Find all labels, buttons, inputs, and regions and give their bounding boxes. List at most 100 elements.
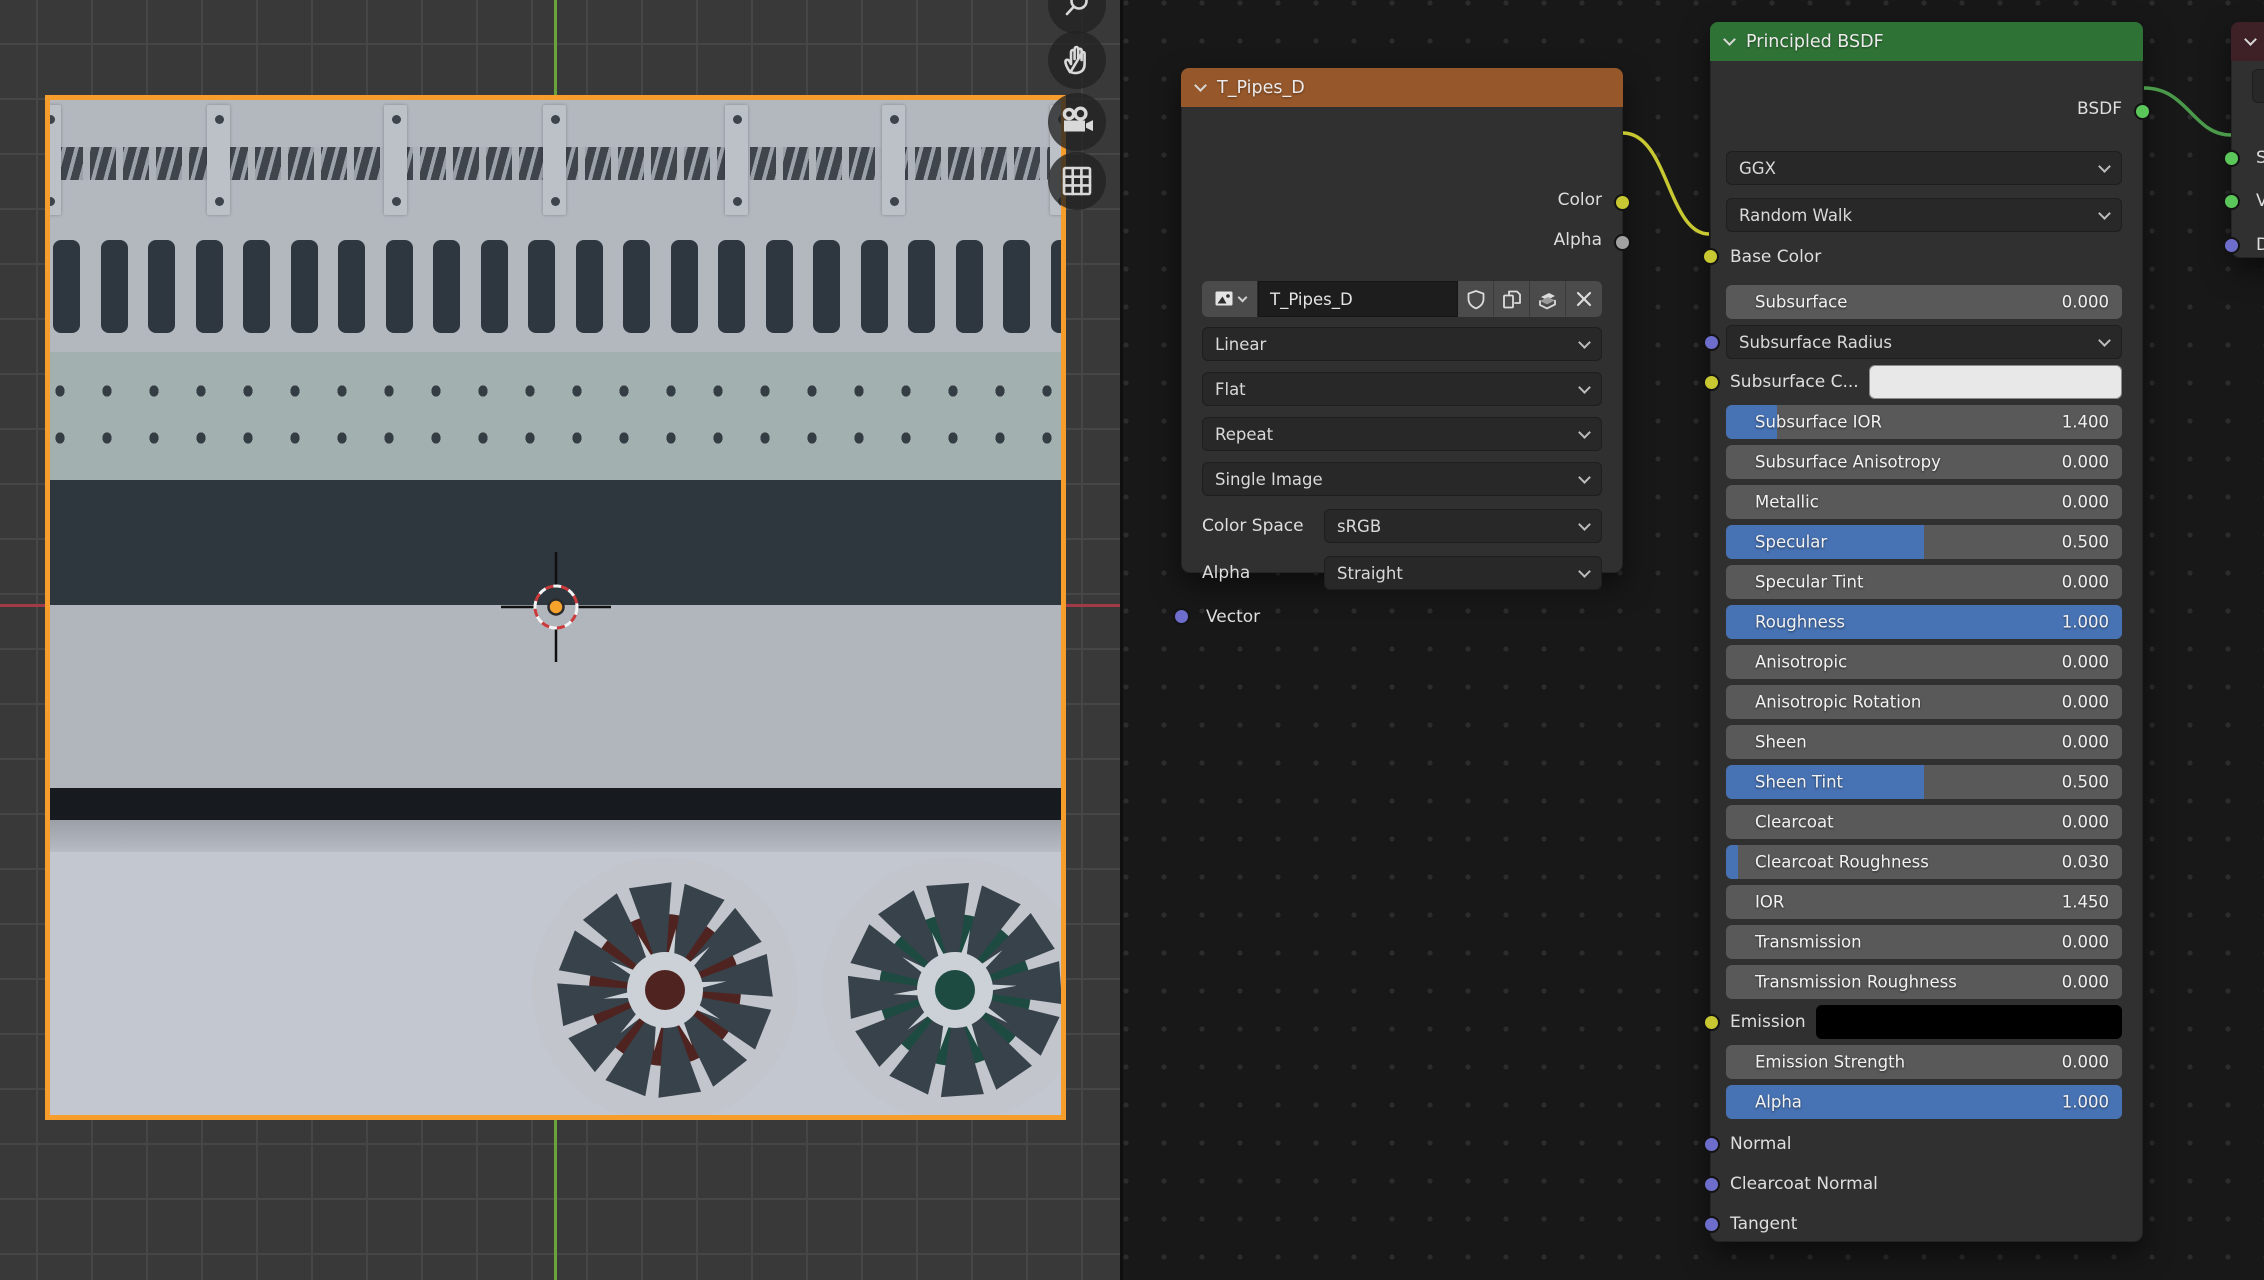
vent-slot — [813, 240, 840, 333]
gear-green — [821, 856, 1066, 1120]
bracket-plate — [882, 105, 905, 215]
material-output-header[interactable] — [2231, 22, 2264, 61]
tangent-input-socket[interactable] — [1703, 1216, 1720, 1233]
param-slider-subsurface-anisotropy[interactable]: Subsurface Anisotropy0.000 — [1726, 445, 2122, 479]
param-slider-alpha[interactable]: Alpha1.000 — [1726, 1085, 2122, 1119]
param-slider-sheen-tint[interactable]: Sheen Tint0.500 — [1726, 765, 2122, 799]
bsdf-output-socket[interactable] — [2134, 103, 2151, 120]
vector-input-socket[interactable] — [1173, 608, 1190, 625]
param-slider-ior[interactable]: IOR1.450 — [1726, 885, 2122, 919]
material-output-node[interactable]: S V D — [2231, 22, 2264, 258]
param-slider-subsurface-ior[interactable]: Subsurface IOR1.400 — [1726, 405, 2122, 439]
normal-input-socket[interactable] — [1703, 1136, 1720, 1153]
alpha-output-socket[interactable] — [1614, 234, 1631, 251]
param-slider-metallic[interactable]: Metallic0.000 — [1726, 485, 2122, 519]
principled-bsdf-node[interactable]: Principled BSDF BSDF GGX Random Walk Base… — [1710, 22, 2143, 1242]
color-space-select[interactable]: sRGB — [1324, 509, 1602, 543]
surface-input-socket[interactable] — [2223, 150, 2240, 167]
emission-input-socket[interactable] — [1703, 1014, 1720, 1031]
zoom-gizmo[interactable] — [1048, 0, 1106, 34]
bracket-plate — [207, 105, 230, 215]
select-label: Color Space — [1202, 516, 1324, 536]
ortho-toggle-gizmo[interactable] — [1048, 152, 1106, 210]
select-value: Straight — [1337, 564, 1403, 583]
duplicate-image-button[interactable] — [1494, 281, 1530, 317]
param-slider-roughness[interactable]: Roughness 1.000 — [1726, 605, 2122, 639]
bsdf-select-random-walk[interactable]: Random Walk — [1726, 198, 2122, 232]
displacement-input-label: D — [2252, 228, 2264, 262]
unlink-image-button[interactable] — [1566, 281, 1602, 317]
node-title: Principled BSDF — [1746, 32, 1884, 52]
subsurface-c-input-socket[interactable] — [1703, 374, 1720, 391]
color-swatch[interactable] — [1869, 365, 2122, 399]
param-slider-specular-tint[interactable]: Specular Tint0.000 — [1726, 565, 2122, 599]
alpha-output-label: Alpha — [1554, 230, 1602, 250]
texture-select-flat[interactable]: Flat — [1202, 372, 1602, 406]
param-value: 1.000 — [2062, 613, 2109, 632]
param-value: 1.000 — [2062, 1093, 2109, 1112]
vent-slot — [481, 240, 508, 333]
pack-image-button[interactable] — [1530, 281, 1566, 317]
param-value: 0.000 — [2062, 1053, 2109, 1072]
duplicate-image-icon — [1502, 289, 1522, 310]
vent-slot — [623, 240, 650, 333]
bsdf-output-label: BSDF — [2077, 99, 2122, 119]
vent-slot — [1003, 240, 1030, 333]
param-label: Specular — [1755, 533, 1827, 552]
pan-gizmo[interactable] — [1048, 31, 1106, 89]
color-output-socket[interactable] — [1614, 194, 1631, 211]
param-slider-subsurface[interactable]: Subsurface0.000 — [1726, 285, 2122, 319]
param-slider-transmission[interactable]: Transmission0.000 — [1726, 925, 2122, 959]
base-color-input-socket[interactable] — [1702, 248, 1719, 265]
clearcoat-normal-input-socket[interactable] — [1703, 1176, 1720, 1193]
image-name-field[interactable]: T_Pipes_D — [1258, 281, 1458, 317]
collapse-chevron-icon[interactable] — [2244, 33, 2257, 46]
collapse-chevron-icon[interactable] — [1194, 79, 1207, 92]
collapse-chevron-icon[interactable] — [1723, 33, 1736, 46]
displacement-input-socket[interactable] — [2223, 237, 2240, 254]
vent-slot — [908, 240, 935, 333]
surface-input-label: S — [2252, 141, 2264, 175]
image-browse-button[interactable] — [1202, 281, 1258, 317]
chevron-down-icon — [1578, 471, 1591, 484]
image-texture-node[interactable]: T_Pipes_D Color Alpha T_Pipes_D — [1181, 68, 1623, 573]
volume-input-socket[interactable] — [2223, 193, 2240, 210]
selected-texture-plane[interactable] — [45, 95, 1066, 1120]
param-label: Roughness — [1755, 613, 1845, 632]
texture-select-single-image[interactable]: Single Image — [1202, 462, 1602, 496]
pack-image-icon — [1537, 289, 1559, 310]
subsurface-radius-input-socket[interactable] — [1703, 334, 1720, 351]
fake-user-button[interactable] — [1458, 281, 1494, 317]
vent-slot — [148, 240, 175, 333]
chevron-down-icon — [2098, 207, 2111, 220]
chevron-down-icon — [1578, 518, 1591, 531]
param-select-subsurface-radius[interactable]: Subsurface Radius — [1726, 325, 2122, 359]
param-slider-transmission-roughness[interactable]: Transmission Roughness0.000 — [1726, 965, 2122, 999]
bsdf-select-ggx[interactable]: GGX — [1726, 151, 2122, 185]
vector-input-row-normal: Normal — [1726, 1127, 2122, 1161]
output-target-select[interactable] — [2252, 69, 2264, 103]
param-label: Sheen Tint — [1755, 773, 1843, 792]
shader-node-editor[interactable]: T_Pipes_D Color Alpha T_Pipes_D — [1120, 0, 2264, 1280]
image-texture-node-header[interactable]: T_Pipes_D — [1181, 68, 1623, 107]
param-slider-clearcoat-roughness[interactable]: Clearcoat Roughness0.030 — [1726, 845, 2122, 879]
alpha-select[interactable]: Straight — [1324, 556, 1602, 590]
param-value: 0.000 — [2062, 733, 2109, 752]
color-swatch[interactable] — [1816, 1005, 2122, 1039]
texture-select-repeat[interactable]: Repeat — [1202, 417, 1602, 451]
3d-viewport[interactable] — [0, 0, 1120, 1280]
camera-view-icon — [1059, 105, 1095, 139]
param-label: IOR — [1755, 893, 1784, 912]
chevron-down-icon — [1237, 292, 1247, 302]
param-slider-specular[interactable]: Specular0.500 — [1726, 525, 2122, 559]
param-slider-emission-strength[interactable]: Emission Strength0.000 — [1726, 1045, 2122, 1079]
base-color-label: Base Color — [1726, 240, 1821, 274]
param-slider-anisotropic-rotation[interactable]: Anisotropic Rotation0.000 — [1726, 685, 2122, 719]
param-slider-clearcoat[interactable]: Clearcoat0.000 — [1726, 805, 2122, 839]
param-value: 1.400 — [2062, 413, 2109, 432]
principled-node-header[interactable]: Principled BSDF — [1710, 22, 2143, 61]
texture-select-linear[interactable]: Linear — [1202, 327, 1602, 361]
camera-view-gizmo[interactable] — [1048, 93, 1106, 151]
param-slider-sheen[interactable]: Sheen0.000 — [1726, 725, 2122, 759]
param-slider-anisotropic[interactable]: Anisotropic0.000 — [1726, 645, 2122, 679]
